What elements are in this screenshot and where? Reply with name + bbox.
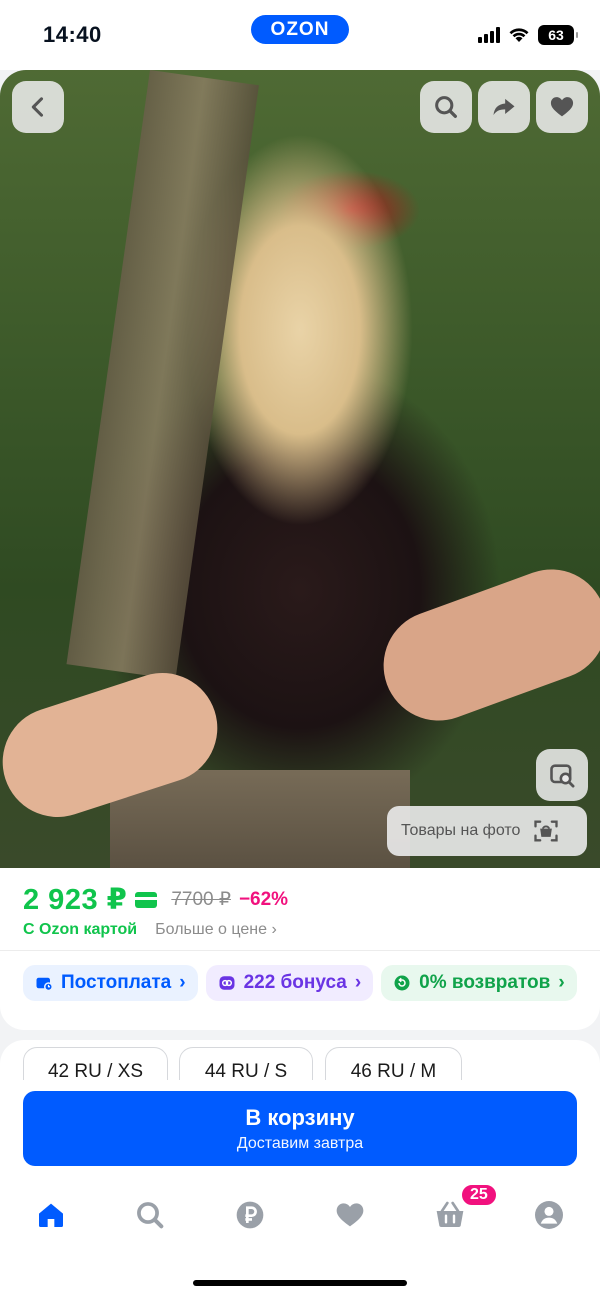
chip-bonus[interactable]: 222 бонуса › xyxy=(205,965,374,1001)
product-photo[interactable]: Товары на фото xyxy=(0,70,600,868)
price-current: 2 923 ₽ xyxy=(23,884,128,916)
cart-badge: 25 xyxy=(460,1183,498,1207)
tab-bar: 25 xyxy=(0,1183,600,1235)
profile-icon xyxy=(535,1201,563,1229)
status-time: 14:40 xyxy=(43,22,102,47)
ruble-icon xyxy=(236,1201,264,1229)
products-in-photo-label: Товары на фото xyxy=(401,822,521,839)
search-icon xyxy=(435,96,457,118)
divider xyxy=(0,950,600,951)
search-icon xyxy=(137,1202,164,1229)
ozon-logo[interactable]: OZON xyxy=(251,15,349,44)
tab-search[interactable] xyxy=(130,1195,170,1235)
visual-search-button[interactable] xyxy=(536,749,588,801)
more-about-price-link[interactable]: Больше о цене › xyxy=(155,921,277,939)
price-discount: −62% xyxy=(238,888,289,910)
products-in-photo-button[interactable]: Товары на фото xyxy=(387,806,587,856)
chevron-right-icon: › xyxy=(271,921,277,938)
delivery-label: Доставим завтра xyxy=(236,1134,364,1152)
chevron-right-icon: › xyxy=(558,972,565,993)
tab-finance[interactable] xyxy=(230,1195,270,1235)
postpay-icon xyxy=(36,977,53,992)
chevron-right-icon: › xyxy=(354,972,362,993)
tab-favorites[interactable] xyxy=(330,1195,370,1235)
wifi-icon xyxy=(509,28,529,42)
ozon-card-icon xyxy=(135,891,158,908)
status-icons: 63 xyxy=(478,25,578,45)
scan-bag-icon xyxy=(534,820,559,842)
chevron-right-icon: › xyxy=(179,972,186,993)
home-indicator xyxy=(193,1280,407,1286)
image-search-icon xyxy=(550,764,575,788)
search-button[interactable] xyxy=(420,81,472,133)
add-to-cart-button[interactable]: В корзину Доставим завтра xyxy=(23,1091,577,1166)
add-to-cart-label: В корзину xyxy=(245,1104,355,1130)
chevron-left-icon xyxy=(31,97,44,117)
heart-icon xyxy=(336,1203,364,1227)
ozon-card-label: С Ozon картой xyxy=(23,921,138,938)
status-bar: 14:40 OZON 63 xyxy=(0,0,600,70)
signal-icon xyxy=(478,27,500,43)
home-icon xyxy=(39,1203,63,1227)
chip-returns[interactable]: 0% возвратов › xyxy=(381,965,577,1001)
tab-profile[interactable] xyxy=(529,1195,569,1235)
share-icon xyxy=(493,98,515,116)
share-button[interactable] xyxy=(478,81,530,133)
price-sub: С Ozon картой Больше о цене › xyxy=(23,921,277,939)
cta-area: В корзину Доставим завтра xyxy=(0,1080,600,1297)
favorite-button[interactable] xyxy=(536,81,588,133)
bonus-icon xyxy=(219,976,235,990)
tab-home[interactable] xyxy=(31,1195,71,1235)
price-block: 2 923 ₽ 7700 ₽ −62% С Ozon картой Больше… xyxy=(0,868,600,1030)
basket-icon xyxy=(436,1201,464,1227)
chip-postpay[interactable]: Постоплата › xyxy=(23,965,198,1001)
back-button[interactable] xyxy=(12,81,64,133)
benefit-chips: Постоплата › 222 бонуса › 0% возвратов › xyxy=(23,965,577,1001)
battery-icon: 63 xyxy=(538,25,578,45)
price-old: 7700 ₽ xyxy=(171,889,231,910)
price-row: 2 923 ₽ 7700 ₽ −62% xyxy=(23,882,288,917)
return-icon xyxy=(394,975,410,991)
heart-icon xyxy=(550,97,574,117)
